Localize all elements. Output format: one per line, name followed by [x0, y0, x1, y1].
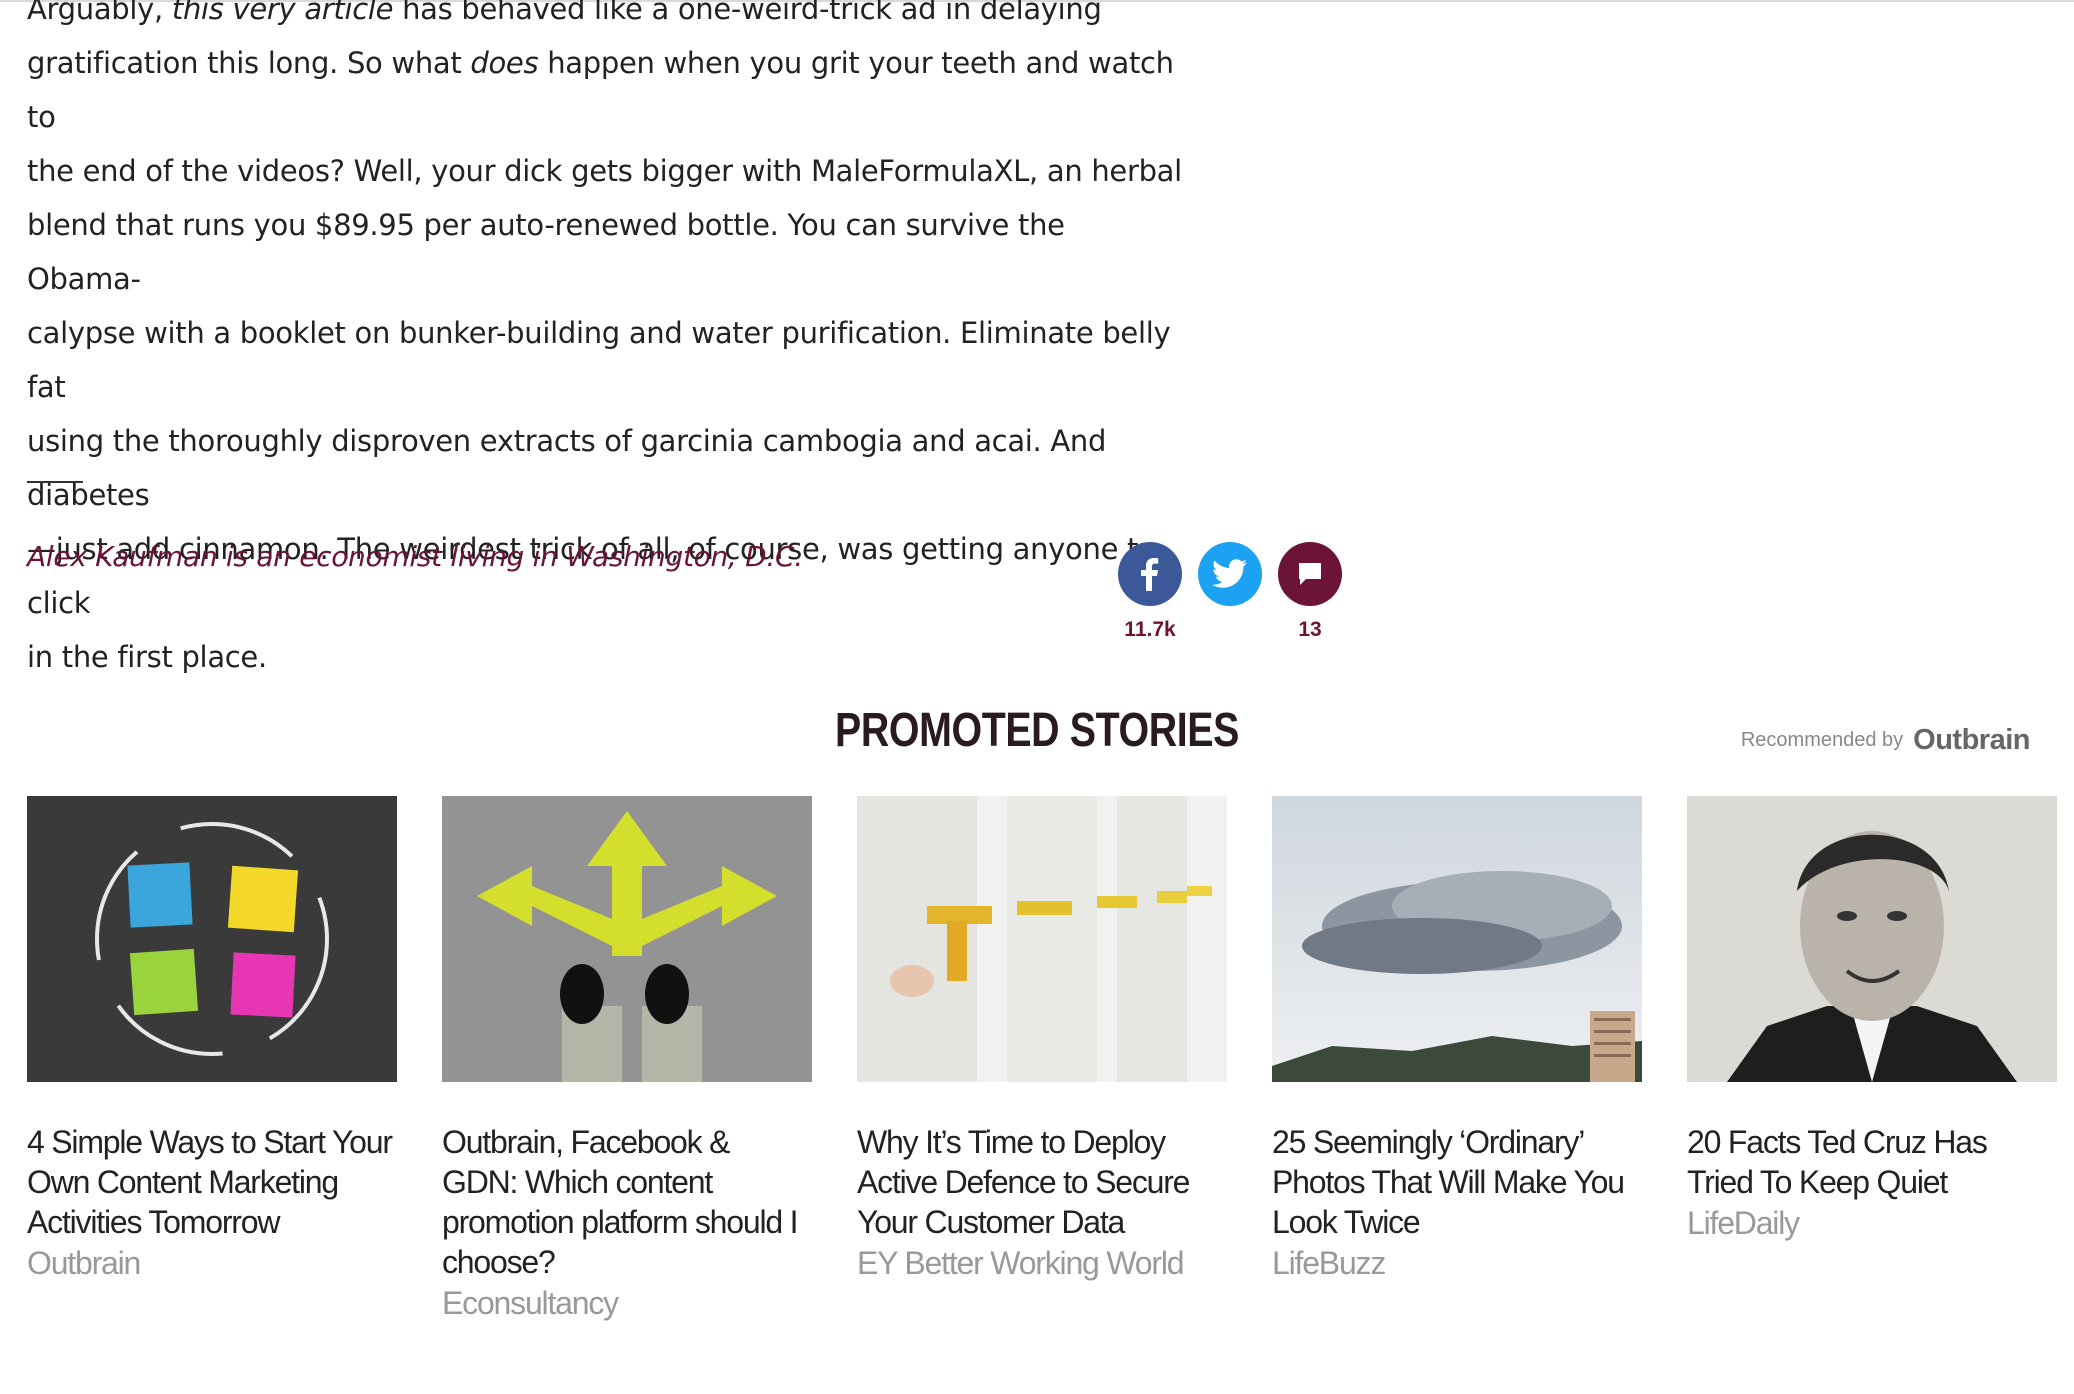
article-line: the end of the videos? Well, your dick g…: [27, 144, 1187, 198]
author-bio: Alex Kaufman is an economist living in W…: [27, 540, 803, 573]
comment-count: 13: [1298, 618, 1322, 641]
story-source[interactable]: Econsultancy: [442, 1282, 812, 1324]
facebook-share-button[interactable]: [1118, 542, 1182, 606]
article-text: using the thoroughly disproven extracts …: [27, 424, 1107, 512]
article-text: in the first place.: [27, 640, 267, 674]
story-title[interactable]: Why It’s Time to Deploy Active Defence t…: [857, 1122, 1227, 1242]
article-text: gratification this long. So what: [27, 46, 471, 80]
facebook-share-count: 11.7k: [1124, 618, 1176, 641]
promoted-story-card[interactable]: 20 Facts Ted Cruz Has Tried To Keep Quie…: [1687, 796, 2057, 1244]
article-emphasis: this very article: [171, 0, 394, 26]
promoted-story-card[interactable]: Outbrain, Facebook & GDN: Which content …: [442, 796, 812, 1324]
article-line: gratification this long. So what does ha…: [27, 36, 1187, 144]
story-source[interactable]: LifeBuzz: [1272, 1242, 1642, 1284]
story-thumbnail[interactable]: [442, 796, 812, 1082]
story-source[interactable]: LifeDaily: [1687, 1202, 2057, 1244]
article-text: the end of the videos? Well, your dick g…: [27, 154, 1182, 188]
article-line: calypse with a booklet on bunker-buildin…: [27, 306, 1187, 414]
story-thumbnail[interactable]: [1687, 796, 2057, 1082]
recommended-by-outbrain[interactable]: Recommended by Outbrain: [1740, 724, 2031, 757]
article-text: calypse with a booklet on bunker-buildin…: [27, 316, 1171, 404]
story-source[interactable]: EY Better Working World: [857, 1242, 1227, 1284]
article-body: Arguably, this very article has behaved …: [27, 0, 1187, 684]
promoted-story-card[interactable]: Why It’s Time to Deploy Active Defence t…: [857, 796, 1227, 1284]
story-title[interactable]: 4 Simple Ways to Start Your Own Content …: [27, 1122, 397, 1242]
story-title[interactable]: 25 Seemingly ‘Ordinary’ Photos That Will…: [1272, 1122, 1642, 1242]
twitter-icon: [1212, 559, 1247, 588]
story-source[interactable]: Outbrain: [27, 1242, 397, 1284]
story-title[interactable]: Outbrain, Facebook & GDN: Which content …: [442, 1122, 812, 1282]
comments-button[interactable]: [1278, 542, 1342, 606]
twitter-share-button[interactable]: [1198, 542, 1262, 606]
article-emphasis: does: [470, 46, 539, 80]
bio-divider: [27, 481, 83, 483]
promoted-story-card[interactable]: 25 Seemingly ‘Ordinary’ Photos That Will…: [1272, 796, 1642, 1284]
promoted-story-card[interactable]: 4 Simple Ways to Start Your Own Content …: [27, 796, 397, 1284]
article-line: blend that runs you $89.95 per auto-rene…: [27, 198, 1187, 306]
story-title[interactable]: 20 Facts Ted Cruz Has Tried To Keep Quie…: [1687, 1122, 2057, 1202]
comment-icon: [1299, 563, 1321, 585]
article-text: Arguably,: [27, 0, 172, 26]
outbrain-logo: Outbrain: [1913, 724, 2030, 756]
story-thumbnail[interactable]: [27, 796, 397, 1082]
article-text: has behaved like a one-weird-trick ad in…: [393, 0, 1102, 26]
facebook-icon: [1141, 558, 1159, 591]
promoted-stories-heading: PROMOTED STORIES: [835, 704, 1239, 757]
article-line: using the thoroughly disproven extracts …: [27, 414, 1187, 522]
article-line: Arguably, this very article has behaved …: [27, 0, 1187, 36]
recommended-label: Recommended by: [1740, 729, 1904, 751]
article-line: in the first place.: [27, 630, 1187, 684]
article-text: blend that runs you $89.95 per auto-rene…: [27, 208, 1065, 296]
article-line: —just add cinnamon. The weirdest trick o…: [27, 522, 1187, 630]
story-thumbnail[interactable]: [1272, 796, 1642, 1082]
story-thumbnail[interactable]: [857, 796, 1227, 1082]
